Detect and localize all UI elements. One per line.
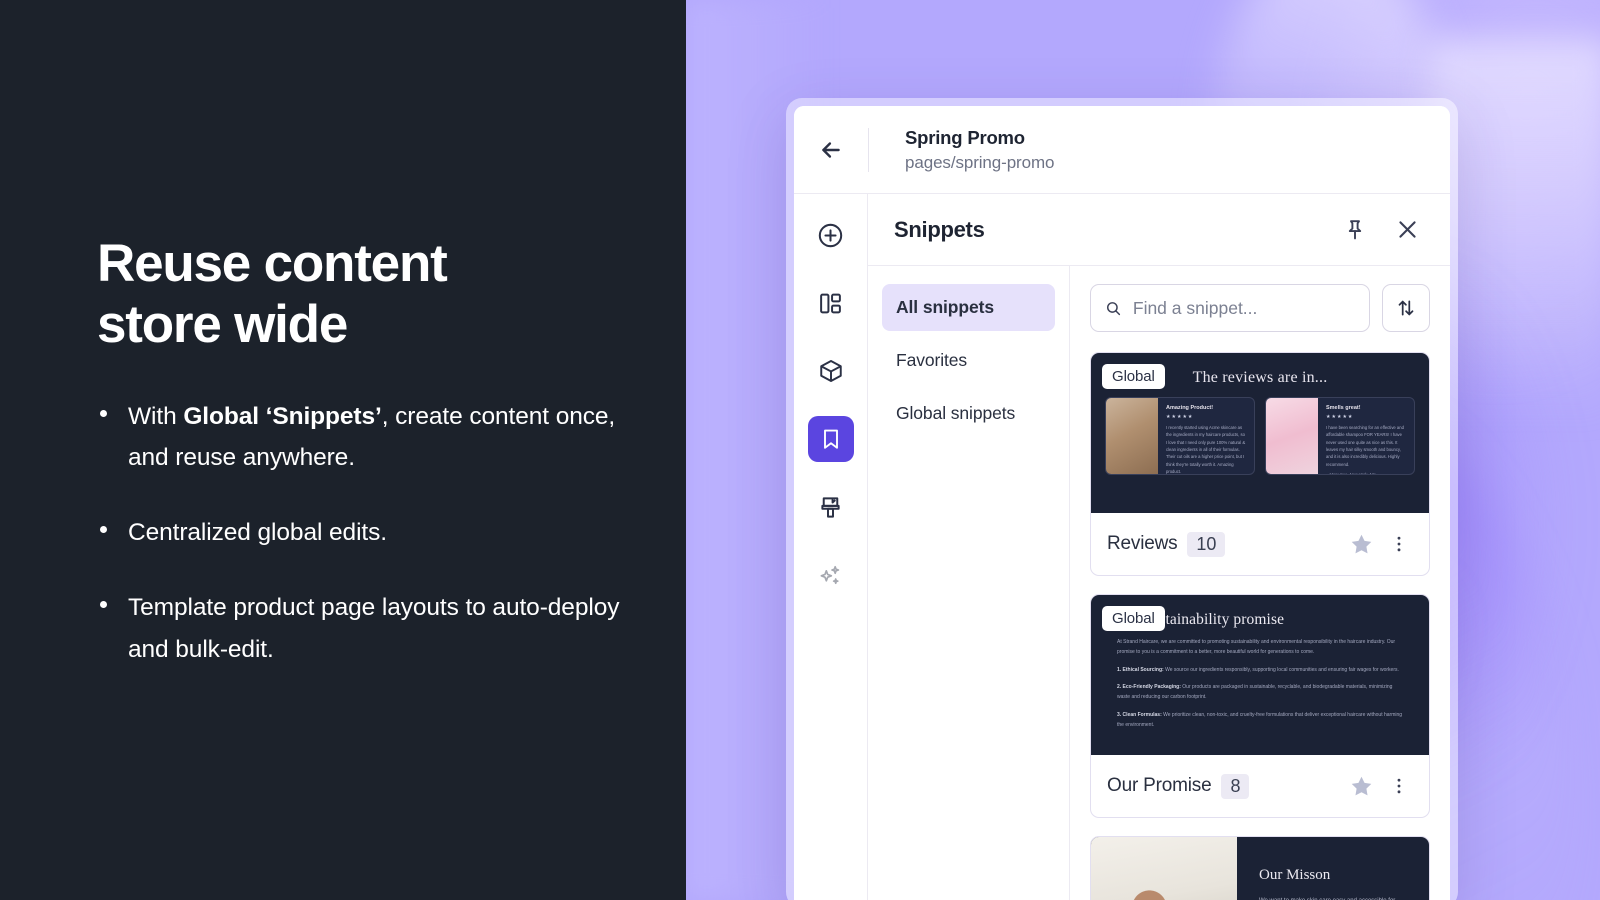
sidebar-item-all-snippets[interactable]: All snippets: [882, 284, 1055, 331]
arrow-left-icon: [822, 141, 840, 158]
sidebar-item-global-snippets[interactable]: Global snippets: [882, 390, 1055, 437]
paint-brush-icon: [821, 496, 840, 518]
search-input[interactable]: [1132, 297, 1355, 319]
snippet-card[interactable]: Global Our sustainability promise At Str…: [1090, 594, 1430, 818]
app-topbar: Spring Promo pages/spring-promo: [794, 106, 1450, 194]
snippet-card[interactable]: Our Misson We want to make skin care eas…: [1090, 836, 1430, 900]
review-tile: Smells great! ★★★★★ I have been searchin…: [1265, 397, 1415, 475]
rail-item-theme[interactable]: [808, 484, 854, 530]
review-heading: Smells great!: [1326, 405, 1361, 411]
review-heading: Amazing Product!: [1166, 405, 1214, 411]
screenshot-root: Reuse content store wide With Global ‘Sn…: [0, 0, 1600, 900]
page-path: pages/spring-promo: [905, 153, 1055, 173]
bullet-text: Centralized global edits.: [128, 519, 387, 547]
rail-item-components[interactable]: [808, 348, 854, 394]
status-badge: Global: [1102, 364, 1165, 389]
star-icon: [1351, 776, 1371, 795]
preview-point: 1. Ethical Sourcing: We source our ingre…: [1117, 666, 1399, 673]
pin-panel-button[interactable]: [1338, 213, 1372, 247]
review-tile: Amazing Product! ★★★★★ I recently starte…: [1105, 397, 1255, 475]
search-icon: [1107, 301, 1121, 315]
snippet-card-footer: Our Promise 8: [1091, 755, 1429, 817]
product-image: [1266, 398, 1318, 474]
app-window: Spring Promo pages/spring-promo Snippets…: [794, 106, 1450, 900]
bullet-text: With Global ‘Snippets’, create content o…: [128, 403, 616, 472]
bullet-text: Template product page layouts to auto-de…: [128, 594, 620, 663]
rail-item-add[interactable]: [808, 212, 854, 258]
snippet-preview: Our Misson We want to make skin care eas…: [1091, 837, 1429, 900]
review-text: I have been searching for an effective a…: [1326, 425, 1404, 467]
snippet-nav: All snippets Favorites Global snippets: [868, 266, 1070, 900]
sidebar-item-favorites[interactable]: Favorites: [882, 337, 1055, 384]
review-text: I recently started using Acme skincare a…: [1166, 425, 1246, 475]
preview-point: 2. Eco-Friendly Packaging: Our products …: [1117, 684, 1393, 700]
app-window-frame: Spring Promo pages/spring-promo Snippets…: [786, 98, 1458, 900]
breadcrumb: Spring Promo pages/spring-promo: [869, 126, 1054, 173]
usage-count-badge: 10: [1187, 531, 1226, 557]
purple-backdrop: Spring Promo pages/spring-promo Snippets…: [686, 0, 1600, 900]
favorite-button[interactable]: [1347, 532, 1375, 557]
close-panel-button[interactable]: [1390, 213, 1424, 247]
status-badge: Global: [1102, 606, 1165, 631]
preview-text: We want to make skin care easy and acces…: [1259, 896, 1407, 900]
rating-stars: ★★★★★: [1326, 414, 1354, 420]
rail-item-ai[interactable]: [808, 552, 854, 598]
bullet-dot-icon: [100, 601, 107, 609]
card-menu-button[interactable]: [1385, 534, 1413, 554]
page-name: Spring Promo: [905, 126, 1025, 148]
snippet-preview: Global Our sustainability promise At Str…: [1091, 595, 1429, 755]
panel-header: Snippets: [868, 194, 1450, 266]
plus-circle-icon: [818, 223, 843, 247]
cube-icon: [819, 360, 842, 382]
list-item: Centralized global edits.: [100, 512, 620, 553]
icon-rail: [794, 194, 868, 900]
lifestyle-image: [1091, 837, 1237, 900]
product-image: [1106, 398, 1158, 474]
list-item: With Global ‘Snippets’, create content o…: [100, 396, 620, 478]
snippet-list: Global The reviews are in... Amazing Pro…: [1070, 266, 1450, 900]
preview-title: Our Misson: [1259, 867, 1331, 883]
back-button[interactable]: [794, 106, 868, 194]
sort-arrows-icon: [1398, 300, 1414, 316]
page-title: Reuse content store wide: [97, 234, 448, 355]
kebab-menu-icon: [1397, 778, 1401, 794]
bookmark-icon: [823, 429, 838, 449]
snippet-card[interactable]: Global The reviews are in... Amazing Pro…: [1090, 352, 1430, 576]
review-signature: – Mary Sue, New York, NY: [1326, 472, 1376, 475]
star-icon: [1351, 534, 1371, 553]
snippets-panel: Snippets All snippets Favorites Global s…: [868, 194, 1450, 900]
app-body: Snippets All snippets Favorites Global s…: [794, 194, 1450, 900]
usage-count-badge: 8: [1221, 773, 1250, 799]
search-field[interactable]: [1090, 284, 1370, 332]
snippet-preview: Global The reviews are in... Amazing Pro…: [1091, 353, 1429, 513]
bullet-dot-icon: [100, 526, 107, 534]
rail-item-snippets[interactable]: [807, 416, 854, 462]
snippet-name: Our Promise: [1107, 775, 1212, 796]
snippet-card-footer: Reviews 10: [1091, 513, 1429, 575]
sparkles-icon: [820, 565, 840, 584]
list-toolbar: [1090, 284, 1430, 332]
preview-tiles: Amazing Product! ★★★★★ I recently starte…: [1091, 397, 1429, 475]
sort-button[interactable]: [1382, 284, 1430, 332]
preview-point: 3. Clean Formulas: We prioritize clean, …: [1117, 711, 1403, 728]
layout-dashboard-icon: [820, 293, 841, 313]
panel-title: Snippets: [894, 216, 985, 242]
feature-bullet-list: With Global ‘Snippets’, create content o…: [100, 396, 620, 704]
bullet-dot-icon: [100, 410, 107, 417]
card-menu-button[interactable]: [1385, 776, 1413, 796]
list-item: Template product page layouts to auto-de…: [100, 587, 620, 669]
rail-item-layout[interactable]: [808, 280, 854, 326]
favorite-button[interactable]: [1347, 774, 1375, 799]
panel-main: All snippets Favorites Global snippets F…: [868, 266, 1450, 900]
pin-icon: [1348, 219, 1362, 239]
kebab-menu-icon: [1397, 536, 1401, 552]
rating-stars: ★★★★★: [1166, 414, 1194, 420]
snippet-name: Reviews: [1107, 533, 1178, 554]
marketing-panel: Reuse content store wide With Global ‘Sn…: [0, 0, 686, 900]
close-icon: [1398, 221, 1416, 238]
preview-intro: At Strand Haircare, we are committed to …: [1117, 639, 1396, 655]
